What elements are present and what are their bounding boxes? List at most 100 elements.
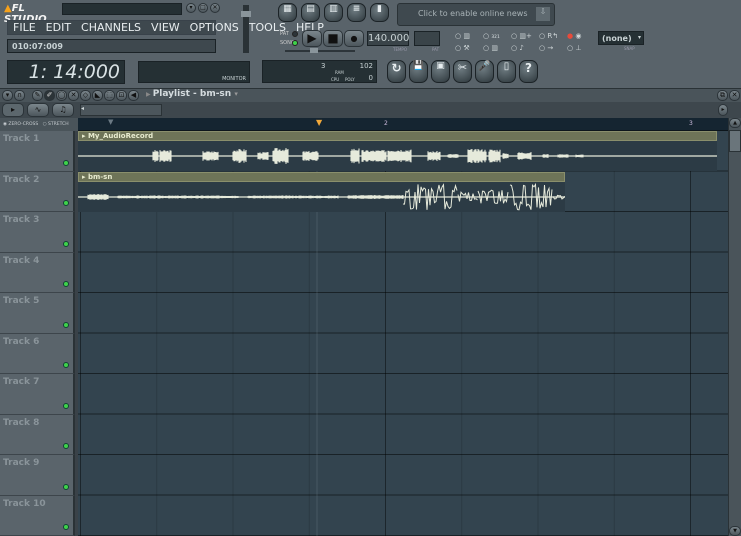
delete-tool[interactable]: ◯	[56, 90, 67, 101]
zero-cross-toggle[interactable]: ◉ ZERO-CROSS	[3, 122, 38, 127]
pat-mode-led[interactable]	[292, 31, 298, 37]
track-mute-led[interactable]	[63, 402, 69, 409]
stretch-toggle[interactable]: ○ STRETCH	[43, 122, 69, 127]
song-mode-led[interactable]	[292, 40, 298, 46]
track-header[interactable]: Track 3	[0, 212, 75, 253]
play-button[interactable]: ▶	[302, 30, 322, 47]
scroll-up-button[interactable]: ▲	[729, 118, 741, 128]
vertical-scrollbar[interactable]: ▲ ▼	[728, 118, 741, 536]
help-button[interactable]: ?	[519, 60, 538, 83]
brush-tool[interactable]: ✐	[44, 90, 55, 101]
scroll-down-button[interactable]: ▼	[729, 526, 741, 536]
oscilloscope-monitor: MONITOR	[138, 61, 250, 83]
track-mute-led[interactable]	[63, 159, 69, 166]
piano-roll-button[interactable]: ▥	[324, 3, 343, 22]
track-mute-led[interactable]	[63, 240, 69, 247]
select-tool[interactable]: ⬚	[104, 90, 115, 101]
slip-tool[interactable]: ◇	[80, 90, 91, 101]
scroll-toggle[interactable]: ○ →	[539, 44, 567, 52]
track-header[interactable]: Track 9	[0, 455, 75, 496]
magnet-icon[interactable]: ∩	[14, 90, 25, 101]
mixer-button[interactable]: ▮	[370, 3, 389, 22]
track-mute-led[interactable]	[63, 321, 69, 328]
master-volume-slider[interactable]	[241, 5, 251, 53]
step-sequencer-button[interactable]: ▤	[301, 3, 320, 22]
close-button[interactable]: ✕	[210, 3, 220, 13]
project-info-button[interactable]: ▯	[497, 60, 516, 83]
timeline-ruler[interactable]: ▼ ▼ 2 3	[78, 118, 728, 131]
slice-tool[interactable]: ◣	[92, 90, 103, 101]
track-header[interactable]: Track 10	[0, 495, 75, 536]
clip-name: bm-sn	[87, 173, 113, 181]
scroll-right-button[interactable]: ▸	[718, 104, 728, 116]
track-mute-led[interactable]	[63, 362, 69, 368]
countdown-toggle[interactable]: ○ ₃₂₁	[483, 32, 511, 40]
horizontal-scrollbar[interactable]: ◂	[80, 104, 162, 116]
zoom-tool[interactable]: ⊡	[116, 90, 127, 101]
audio-clip[interactable]: ▸ bm-sn	[78, 172, 565, 212]
playback-tool[interactable]: ◀	[128, 90, 139, 101]
window-shortcuts: ▦ ▤ ▥ ≡ ▮	[278, 3, 389, 22]
browser-button[interactable]: ≡	[347, 3, 366, 22]
playlist-tools: ▾ ∩ ✎ ✐ ◯ ✕ ◇ ◣ ⬚ ⊡ ◀	[2, 90, 139, 101]
cut-tool-button[interactable]: ✂	[453, 60, 472, 83]
audio-clip[interactable]: ▸ My_AudioRecord	[78, 131, 717, 171]
track-header[interactable]: Track 6	[0, 333, 75, 374]
export-button[interactable]: ▣	[431, 60, 450, 83]
close-playlist-button[interactable]: ✕	[729, 90, 740, 101]
track-header[interactable]: Track 7	[0, 374, 75, 415]
stop-button[interactable]: ■	[323, 30, 343, 47]
wait-toggle[interactable]: ○ ▥	[483, 44, 511, 52]
snap-select[interactable]: (none) ▾	[598, 31, 644, 45]
main-toolbar: ▲FL STUDIO ▾ □ ✕ FILE EDIT CHANNELS VIEW…	[0, 0, 741, 88]
playlist-title[interactable]: ▶ Playlist - bm-sn ▾	[146, 89, 238, 99]
track-header[interactable]: Track 5	[0, 293, 75, 334]
menu-edit[interactable]: EDIT	[46, 21, 71, 34]
track-mute-led[interactable]	[63, 483, 69, 490]
pitch-slider[interactable]	[285, 48, 355, 53]
metronome-toggle[interactable]: ○ ▥	[455, 32, 483, 40]
song-time-display[interactable]: 1: 14:000	[7, 60, 125, 84]
menu-channels[interactable]: CHANNELS	[81, 21, 141, 34]
menu-file[interactable]: FILE	[13, 21, 36, 34]
save-new-button[interactable]: 💾	[409, 60, 428, 83]
loop-record-toggle[interactable]: ○ R↰	[539, 32, 567, 40]
playlist-menu-button[interactable]: ▾	[2, 90, 13, 101]
track-mute-led[interactable]	[63, 200, 69, 206]
multilink-toggle[interactable]: ○ ⊥	[567, 44, 595, 52]
loop-start-marker[interactable]: ▼	[108, 118, 113, 126]
detach-window-button[interactable]: ⧉	[717, 90, 728, 101]
track-name: Track 5	[3, 296, 40, 306]
record-audio-button[interactable]: 🎤	[475, 60, 494, 83]
pencil-tool[interactable]: ✎	[32, 90, 43, 101]
menu-options[interactable]: OPTIONS	[190, 21, 239, 34]
automation-tab[interactable]: ∿	[27, 103, 49, 117]
online-news-bar[interactable]: Click to enable online news ⇩	[397, 3, 555, 26]
track-mute-led[interactable]	[63, 281, 69, 287]
blend-toggle[interactable]: ○ ♪	[511, 44, 539, 52]
track-name: Track 3	[3, 215, 40, 225]
step-edit-toggle[interactable]: ○ ▥+	[511, 32, 539, 40]
undo-button[interactable]: ↻	[387, 60, 406, 83]
track-header[interactable]: Track 2	[0, 171, 75, 212]
typing-keyboard-toggle[interactable]: ○ ⚒	[455, 44, 483, 52]
track-header[interactable]: Track 4	[0, 252, 75, 293]
menu-view[interactable]: VIEW	[151, 21, 180, 34]
scroll-thumb[interactable]	[729, 130, 741, 152]
pattern-tab[interactable]: ♫	[52, 103, 74, 117]
audio-clip-tab[interactable]: ▸	[2, 103, 24, 117]
pattern-display[interactable]	[414, 31, 440, 46]
voices-count: 3	[321, 62, 326, 70]
minimize-button[interactable]: ▾	[186, 3, 196, 13]
tempo-display[interactable]: 140.000	[367, 31, 409, 46]
track-mute-led[interactable]	[63, 524, 69, 530]
record-button[interactable]: ●	[344, 30, 364, 47]
track-mute-led[interactable]	[63, 443, 69, 449]
maximize-button[interactable]: □	[198, 3, 208, 13]
playhead-marker[interactable]: ▼	[316, 118, 322, 127]
recording-toggle[interactable]: ● ◉	[567, 32, 595, 40]
track-header[interactable]: Track 1	[0, 131, 75, 172]
track-header[interactable]: Track 8	[0, 414, 75, 455]
mute-tool[interactable]: ✕	[68, 90, 79, 101]
playlist-window-button[interactable]: ▦	[278, 3, 297, 22]
